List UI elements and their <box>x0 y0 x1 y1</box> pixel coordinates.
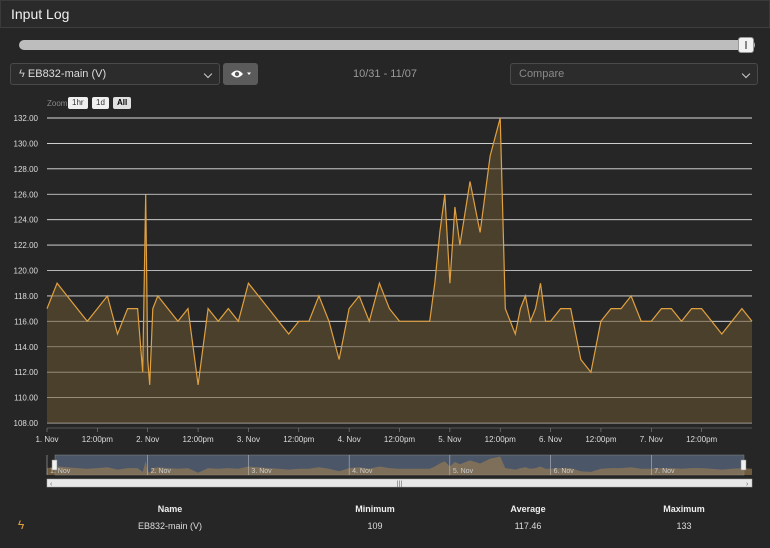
navigator-tick-label: 2. Nov <box>151 468 172 475</box>
voltage-chart: 108.00 110.00 112.00 114.00 116.00 118.00 120.… <box>14 114 753 488</box>
stats-row-maximum: 133 <box>676 521 692 531</box>
y-tick-label: 128.00 <box>14 165 39 174</box>
y-tick-label: 112.00 <box>14 368 38 377</box>
zoom-1d-button[interactable]: 1d <box>92 97 109 109</box>
device-select[interactable]: ϟ EB832-main (V) <box>10 63 220 85</box>
stats-header-minimum: Minimum <box>355 504 395 514</box>
x-tick-label: 12:00pm <box>82 435 113 444</box>
x-tick-label: 3. Nov <box>237 435 260 444</box>
navigator-tick-label: 5. Nov <box>453 468 474 475</box>
navigator-handle-right <box>740 459 747 471</box>
time-range-slider-handle[interactable] <box>738 37 754 53</box>
x-tick-label: 12:00pm <box>686 435 717 444</box>
navigator-tick-label: 4. Nov <box>352 468 373 475</box>
x-tick-label: 7. Nov <box>640 435 663 444</box>
x-tick-label: 12:00pm <box>183 435 214 444</box>
chevron-down-icon <box>741 69 751 79</box>
stats-row-minimum: 109 <box>367 521 383 531</box>
scrollbar-grip-icon: ||| <box>397 481 403 488</box>
device-select-value: EB832-main (V) <box>27 68 107 80</box>
stats-header-maximum: Maximum <box>663 504 705 514</box>
stats-header-name: Name <box>157 504 183 514</box>
y-tick-label: 126.00 <box>14 190 39 199</box>
y-tick-label: 122.00 <box>14 241 39 250</box>
visibility-toggle-button[interactable] <box>223 63 258 85</box>
zoom-1hr-button[interactable]: 1hr <box>68 97 88 109</box>
y-tick-label: 114.00 <box>14 343 38 352</box>
x-tick-label: 2. Nov <box>136 435 159 444</box>
stats-row-average: 117.46 <box>514 521 542 531</box>
x-tick-label: 12:00pm <box>485 435 516 444</box>
y-tick-label: 108.00 <box>14 419 39 428</box>
x-tick-label: 12:00pm <box>384 435 415 444</box>
eye-icon <box>231 70 251 78</box>
lightning-icon: ϟ <box>17 518 25 532</box>
stats-row-name: EB832-main (V) <box>137 521 203 531</box>
y-tick-label: 118.00 <box>14 292 38 301</box>
panel-header: Input Log <box>0 0 770 28</box>
y-tick-label: 132.00 <box>14 114 39 123</box>
zoom-label: Zoom <box>47 99 68 108</box>
y-tick-label: 124.00 <box>14 216 39 225</box>
navigator-tick-label: 3. Nov <box>251 468 272 475</box>
x-tick-label: 12:00pm <box>585 435 616 444</box>
page-title: Input Log <box>11 6 70 22</box>
lightning-icon: ϟ <box>19 68 25 80</box>
x-tick-label: 1. Nov <box>35 435 58 444</box>
y-tick-label: 120.00 <box>14 267 39 276</box>
zoom-all-button[interactable]: All <box>113 97 132 109</box>
compare-select-placeholder: Compare <box>519 68 565 80</box>
time-range-slider[interactable] <box>19 40 755 50</box>
x-tick-label: 5. Nov <box>438 435 461 444</box>
date-range-label: 10/31 - 11/07 <box>352 68 417 80</box>
navigator-handle-left <box>51 459 58 471</box>
x-tick-label: 4. Nov <box>338 435 361 444</box>
navigator-tick-label: 6. Nov <box>554 468 575 475</box>
stats-header-average: Average <box>510 504 546 514</box>
x-tick-label: 6. Nov <box>539 435 562 444</box>
x-tick-label: 12:00pm <box>283 435 314 444</box>
y-tick-label: 110.00 <box>14 394 38 403</box>
compare-select[interactable]: Compare <box>510 63 758 85</box>
chevron-down-icon <box>203 69 213 79</box>
navigator-tick-label: 7. Nov <box>654 468 675 475</box>
y-tick-label: 116.00 <box>14 317 38 326</box>
y-tick-label: 130.00 <box>14 139 39 148</box>
